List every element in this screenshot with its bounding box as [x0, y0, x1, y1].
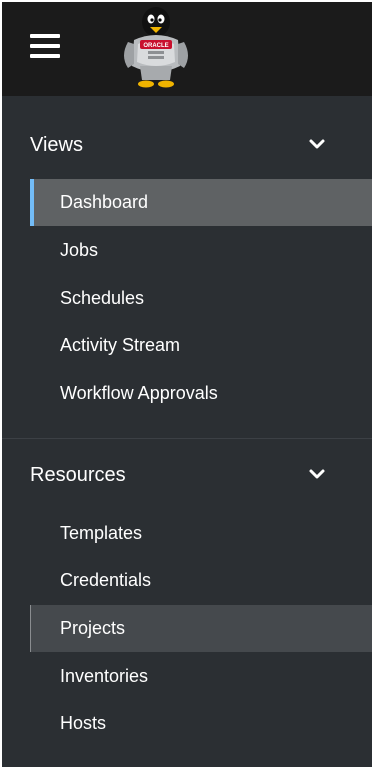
- active-indicator: [30, 179, 34, 226]
- sidebar-item-label: Inventories: [60, 666, 149, 686]
- sidebar-item-dashboard[interactable]: Dashboard: [30, 179, 372, 226]
- top-bar: ORACLE: [2, 2, 372, 96]
- section-divider: [2, 438, 372, 439]
- chevron-down-icon: [309, 469, 325, 479]
- sidebar-item-label: Projects: [60, 618, 126, 638]
- sidebar-nav: Views Dashboard Jobs Schedules Activity …: [2, 96, 372, 767]
- sidebar-item-workflow-approvals[interactable]: Workflow Approvals: [30, 370, 372, 417]
- logo-text: ORACLE: [143, 43, 168, 49]
- hamburger-icon[interactable]: [30, 34, 60, 60]
- sidebar-item-credentials[interactable]: Credentials: [30, 557, 372, 604]
- sidebar-item-label: Dashboard: [60, 192, 149, 212]
- section-title-views: Views: [30, 134, 83, 156]
- sidebar-item-label: Templates: [60, 523, 143, 543]
- sidebar-item-label: Credentials: [60, 570, 152, 590]
- sidebar-item-jobs[interactable]: Jobs: [30, 227, 372, 274]
- hover-indicator: [30, 605, 31, 652]
- sidebar-item-inventories[interactable]: Inventories: [30, 653, 372, 700]
- sidebar-item-activity-stream[interactable]: Activity Stream: [30, 322, 372, 369]
- sidebar-item-label: Hosts: [60, 713, 107, 733]
- section-title-resources: Resources: [30, 464, 126, 486]
- sidebar-item-label: Workflow Approvals: [60, 383, 218, 403]
- section-header-resources[interactable]: Resources: [2, 442, 372, 502]
- sidebar-item-label: Jobs: [60, 240, 99, 260]
- sidebar-item-templates[interactable]: Templates: [30, 510, 372, 557]
- chevron-down-icon: [309, 139, 325, 149]
- sidebar-item-projects[interactable]: Projects: [30, 605, 372, 652]
- sidebar-item-hosts[interactable]: Hosts: [30, 700, 372, 747]
- app-frame: ORACLE Views Dashboard Jobs Schedules Ac…: [2, 2, 372, 767]
- sidebar-item-label: Schedules: [60, 288, 145, 308]
- sidebar-item-schedules[interactable]: Schedules: [30, 275, 372, 322]
- section-header-views[interactable]: Views: [2, 112, 372, 172]
- sidebar-item-label: Activity Stream: [60, 335, 181, 355]
- oracle-penguin-logo: ORACLE: [124, 7, 188, 88]
